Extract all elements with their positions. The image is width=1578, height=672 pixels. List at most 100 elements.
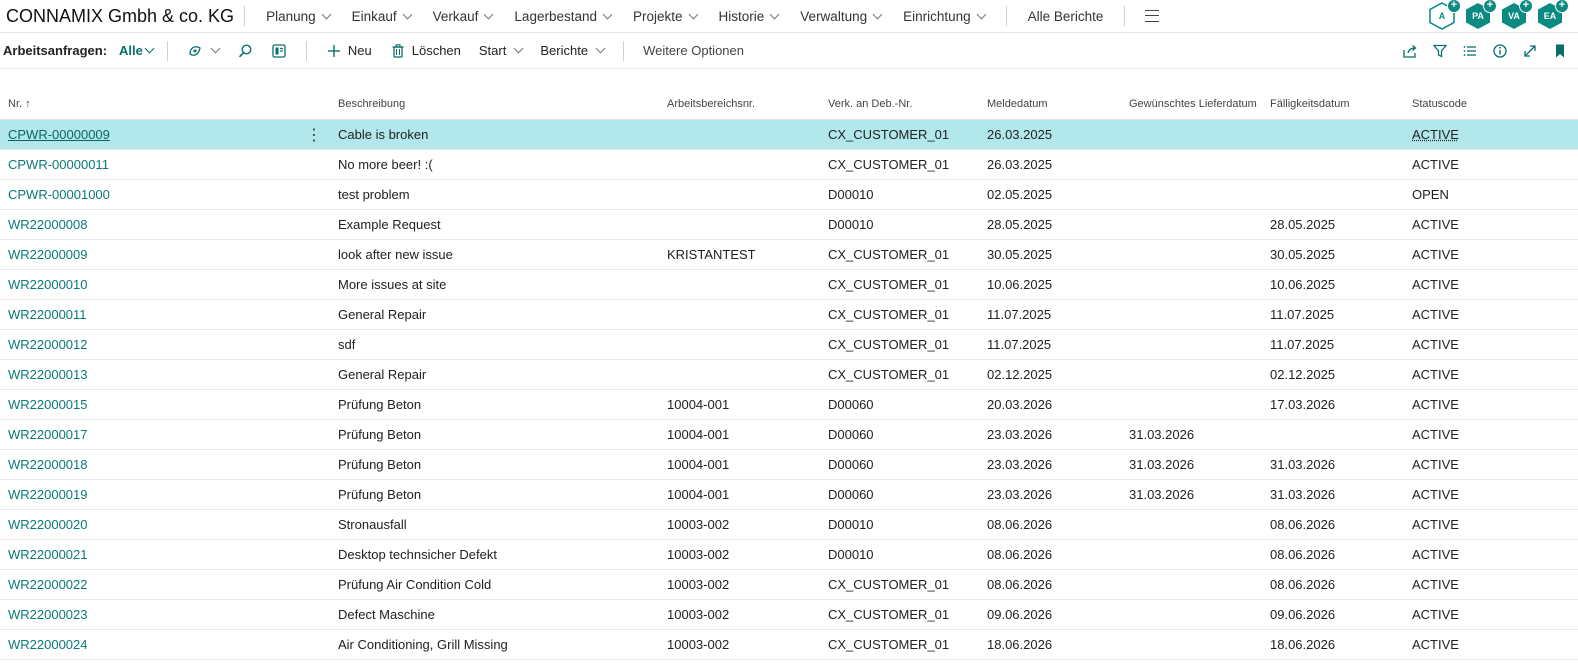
avatar-pa[interactable]: PA + [1464,0,1497,30]
table-row[interactable]: CPWR-00000011 No more beer! :(CX_CUSTOMER… [0,150,1578,180]
cell-nr[interactable]: WR22000022 [8,577,88,592]
table-row[interactable]: WR22000013 General Repair CX_CUSTOMER_01 02… [0,360,1578,390]
cell-nr[interactable]: WR22000023 [8,607,88,622]
cell-nr[interactable]: CPWR-00000011 [8,157,109,172]
search-button[interactable] [228,43,262,59]
view-filter-dropdown[interactable]: Alle [119,43,155,58]
edit-list-button[interactable] [262,43,296,59]
info-icon[interactable] [1492,43,1508,59]
more-options-button[interactable]: Weitere Optionen [634,43,753,58]
column-header-due-date[interactable]: Fälligkeitsdatum [1270,98,1349,110]
cell-nr[interactable]: WR22000010 [8,277,88,292]
cell-report-date: 23.03.2026 [987,487,1053,502]
column-header-description[interactable]: Beschreibung [338,98,405,110]
nav-historie[interactable]: Historie [708,9,790,24]
nav-verkauf[interactable]: Verkauf [422,9,504,24]
cell-nr[interactable]: WR22000020 [8,517,88,532]
cell-work-area: 10004-001 [667,427,730,442]
cell-nr[interactable]: CPWR-00001000 [8,187,110,202]
cell-nr[interactable]: WR22000012 [8,337,88,352]
table-row[interactable]: WR22000008 Example Request D00010 28.05.202… [0,210,1578,240]
table-row[interactable]: WR22000023 Defect Maschine 10003-002 CX_CUS… [0,600,1578,630]
cell-status: ACTIVE [1412,307,1459,322]
cell-report-date: 08.06.2026 [987,547,1053,562]
copilot-button[interactable] [178,43,228,59]
cell-nr[interactable]: WR22000021 [8,547,88,562]
cell-nr[interactable]: WR22000017 [8,427,88,442]
table-row[interactable]: WR22000022 Prüfung Air Condition Cold 1000… [0,570,1578,600]
table-row[interactable]: WR22000017 Prüfung Beton 10004-001 D00060 23… [0,420,1578,450]
table-row[interactable]: WR22000018 Prüfung Beton 10004-001 D00060 23… [0,450,1578,480]
new-button[interactable]: Neu [317,43,381,59]
menu-icon[interactable] [1145,10,1160,22]
cell-customer: CX_CUSTOMER_01 [828,307,950,322]
cell-nr[interactable]: WR22000013 [8,367,88,382]
cell-report-date: 28.05.2025 [987,217,1053,232]
chevron-down-icon [976,9,987,19]
cell-nr[interactable]: WR22000011 [8,307,87,322]
view-filter-label: Alle [119,43,143,58]
avatar-ea[interactable]: EA + [1536,0,1569,30]
nav-einkauf[interactable]: Einkauf [341,9,422,24]
start-menu-button[interactable]: Start [470,43,531,58]
cell-customer: CX_CUSTOMER_01 [828,337,950,352]
divider [305,40,307,61]
cell-work-area: 10003-002 [667,517,730,532]
table-row[interactable]: WR22000015 Prüfung Beton 10004-001 D00060 20… [0,390,1578,420]
cell-report-date: 08.06.2026 [987,517,1053,532]
table-row[interactable]: CPWR-00000009 Cable is broken CX_CUSTOMER_… [0,120,1578,150]
cell-report-date: 18.06.2026 [987,637,1053,652]
cell-nr[interactable]: CPWR-00000009 [8,127,110,142]
cell-due-date: 30.05.2025 [1270,247,1336,262]
avatar-initials: PA [1472,11,1484,21]
cell-description: Defect Maschine [338,607,435,622]
share-icon[interactable] [1402,43,1418,59]
nav-projekte[interactable]: Projekte [622,9,708,24]
cell-nr[interactable]: WR22000024 [8,637,88,652]
nav-lagerbestand[interactable]: Lagerbestand [503,9,622,24]
cell-status: ACTIVE [1412,607,1459,622]
cell-nr[interactable]: WR22000015 [8,397,88,412]
divider [1124,6,1126,26]
table-row[interactable]: WR22000024 Air Conditioning, Grill Missin… [0,630,1578,660]
cell-description: General Repair [338,367,427,382]
column-header-status[interactable]: Statuscode [1412,98,1467,110]
cell-work-area: 10004-001 [667,487,730,502]
expand-icon[interactable] [1522,43,1538,59]
cell-report-date: 11.07.2025 [987,307,1052,322]
filter-icon[interactable] [1432,43,1448,59]
nav-all-reports[interactable]: Alle Berichte [1017,9,1115,24]
column-header-nr[interactable]: Nr. ↑ [8,98,31,110]
nav-einrichtung[interactable]: Einrichtung [892,9,996,24]
table-row[interactable]: WR22000021 Desktop technsicher Defekt 1000… [0,540,1578,570]
cell-customer: CX_CUSTOMER_01 [828,607,950,622]
table-row[interactable]: WR22000020 Stronausfall 10003-002 D00010 08.… [0,510,1578,540]
table-row[interactable]: WR22000019 Prüfung Beton 10004-001 D00060 23… [0,480,1578,510]
company-name[interactable]: CONNAMIX Gmbh & co. KG [0,6,234,27]
column-header-report-date[interactable]: Meldedatum [987,98,1048,110]
reports-menu-button[interactable]: Berichte [531,43,613,58]
table-row[interactable]: WR22000011 General Repair CX_CUSTOMER_01 11… [0,300,1578,330]
row-actions-icon[interactable]: ⋮ [306,125,322,145]
table-row[interactable]: WR22000009 look after new issue KRISTANTES… [0,240,1578,270]
nav-verwaltung[interactable]: Verwaltung [789,9,892,24]
avatar-va[interactable]: VA + [1500,0,1533,30]
column-header-work-area[interactable]: Arbeitsbereichsnr. [667,98,755,110]
bookmark-icon[interactable] [1552,43,1568,59]
table-row[interactable]: WR22000012 sdf CX_CUSTOMER_01 11.07.2025 11.… [0,330,1578,360]
nav-label: Einkauf [351,8,397,24]
cell-nr[interactable]: WR22000019 [8,487,88,502]
column-header-customer[interactable]: Verk. an Deb.-Nr. [828,98,912,110]
cell-nr[interactable]: WR22000008 [8,217,88,232]
cell-nr[interactable]: WR22000018 [8,457,88,472]
delete-button[interactable]: Löschen [381,43,470,59]
table-row[interactable]: WR22000010 More issues at site CX_CUSTOMER… [0,270,1578,300]
cell-report-date: 30.05.2025 [987,247,1053,262]
avatar-a[interactable]: A + [1428,0,1461,30]
nav-planung[interactable]: Planung [255,9,341,24]
list-view-icon[interactable] [1462,43,1478,59]
column-header-requested-delivery[interactable]: Gewünschtes Lieferdatum [1129,98,1257,110]
table-row[interactable]: CPWR-00001000 test problem D00010 02.05.202… [0,180,1578,210]
cell-customer: D00010 [828,217,874,232]
cell-nr[interactable]: WR22000009 [8,247,88,262]
